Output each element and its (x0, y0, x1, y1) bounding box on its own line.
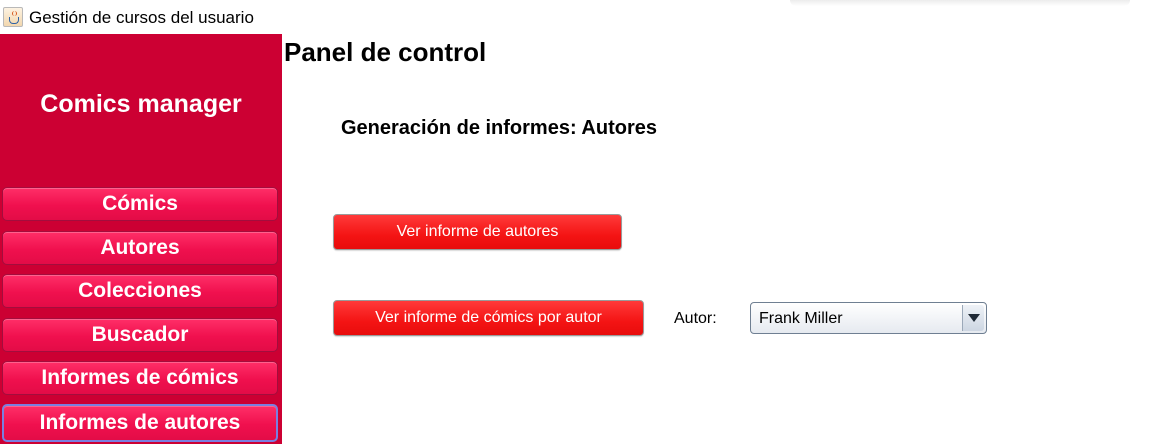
nav-button-collections[interactable]: Colecciones (2, 274, 278, 308)
nav-button-authors[interactable]: Autores (2, 231, 278, 265)
window-title: Gestión de cursos del usuario (29, 8, 254, 27)
authors-report-button[interactable]: Ver informe de autores (333, 214, 622, 250)
nav-button-search[interactable]: Buscador (2, 318, 278, 352)
author-label: Autor: (674, 310, 717, 327)
chevron-down-icon[interactable] (962, 305, 984, 331)
section-title: Generación de informes: Autores (341, 117, 657, 139)
comics-by-author-report-button[interactable]: Ver informe de cómics por autor (333, 300, 644, 336)
sidebar: Comics manager Cómics Autores Coleccione… (0, 34, 282, 444)
nav-button-comics[interactable]: Cómics (2, 187, 278, 221)
author-select-value: Frank Miller (759, 310, 843, 327)
window-shadow (790, 0, 1130, 6)
author-select[interactable]: Frank Miller (750, 302, 987, 334)
java-cup-icon (3, 7, 23, 27)
nav-button-comic-reports[interactable]: Informes de cómics (2, 361, 278, 395)
nav-button-author-reports[interactable]: Informes de autores (2, 404, 278, 442)
page-title: Panel de control (284, 37, 487, 67)
window-titlebar: Gestión de cursos del usuario (0, 0, 1165, 34)
app-name: Comics manager (40, 90, 242, 118)
